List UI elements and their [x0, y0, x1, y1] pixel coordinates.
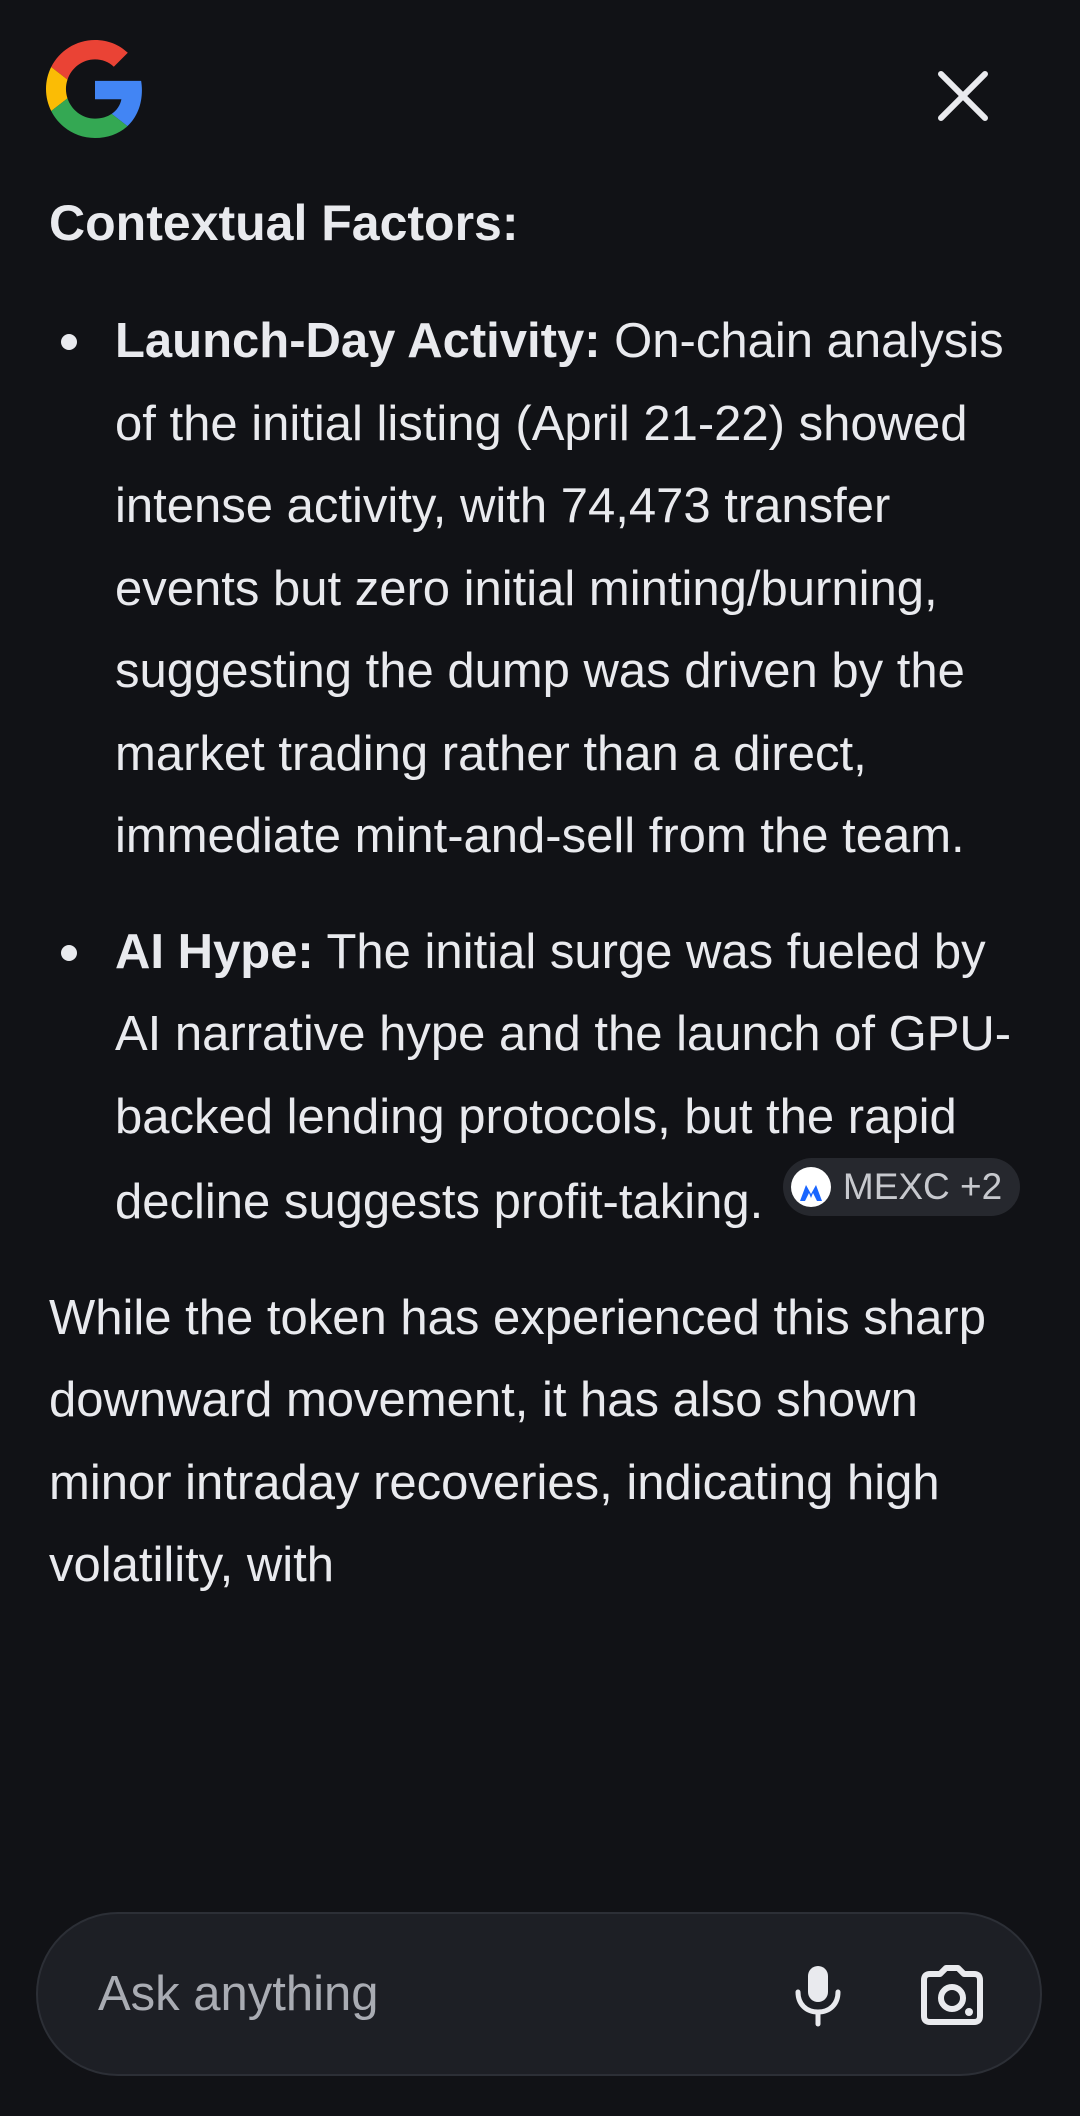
microphone-icon[interactable]	[782, 1958, 854, 2030]
body-paragraph: While the token has experienced this sha…	[49, 1290, 986, 1593]
source-chip[interactable]: MEXC +2	[782, 1158, 1021, 1216]
source-chip-label: MEXC +2	[842, 1166, 1003, 1207]
mexc-logo-icon	[790, 1167, 831, 1207]
bullet-term: AI Hype:	[115, 924, 314, 979]
factor-list: Launch-Day Activity: On-chain analysis o…	[49, 300, 1039, 1244]
ask-bar	[36, 1912, 1042, 2076]
close-icon[interactable]	[935, 68, 991, 124]
bullet-dot	[61, 944, 77, 961]
list-item: AI Hype: The initial surge was fueled by…	[49, 911, 1039, 1244]
bullet-text: On-chain analysis of the initial listing…	[115, 314, 1004, 863]
section-heading: Contextual Factors:	[49, 195, 519, 251]
lens-camera-icon[interactable]	[916, 1960, 988, 2032]
bullet-dot	[61, 334, 77, 350]
ask-input[interactable]	[98, 1914, 748, 2074]
answer-content: Contextual Factors: Launch-Day Activity:…	[49, 182, 1039, 1607]
bullet-term: Launch-Day Activity:	[115, 314, 601, 368]
google-logo-icon	[46, 40, 142, 138]
list-item: Launch-Day Activity: On-chain analysis o…	[49, 300, 1039, 878]
